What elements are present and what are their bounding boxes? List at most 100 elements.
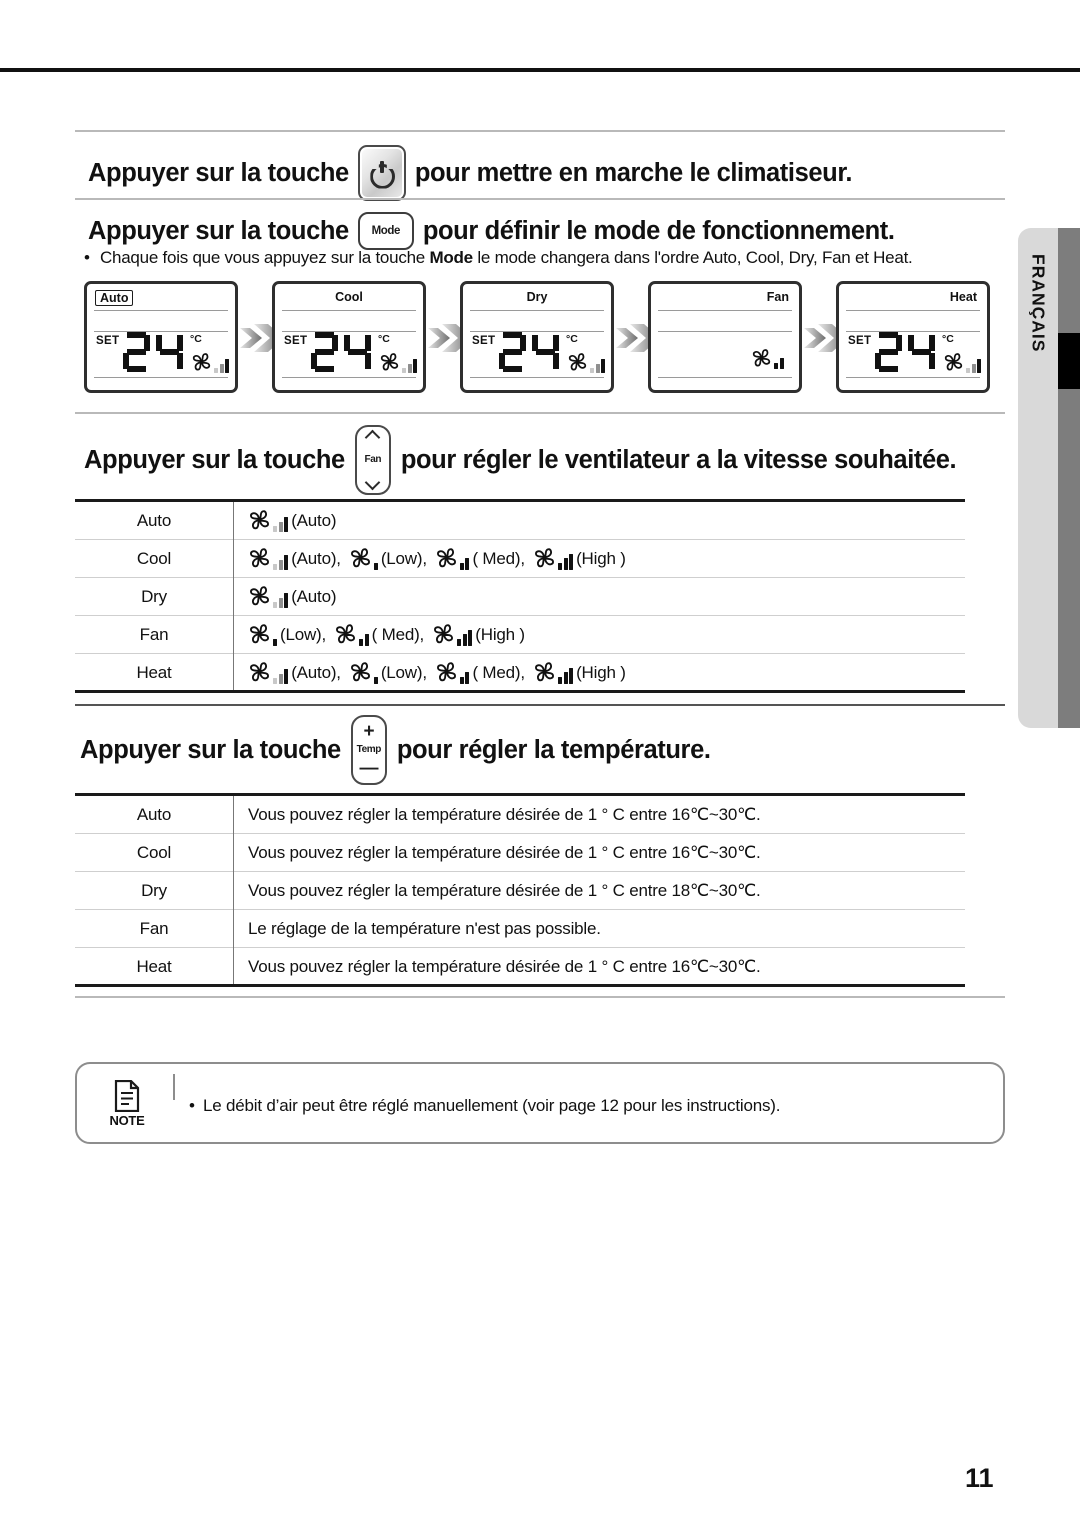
- mode-bullet-part2: le mode changera dans l'ordre Auto, Cool…: [477, 248, 913, 267]
- document-icon-svg: [114, 1080, 140, 1112]
- fan-blades-icon: [752, 349, 771, 367]
- fan-table-speeds-cell: (Auto): [234, 502, 966, 540]
- lcd-fan-indicator: [191, 352, 230, 378]
- temp-section-bottom-rule: [75, 996, 1005, 998]
- fan-speed-bars: [273, 555, 289, 570]
- temp-heading: Appuyer sur la touche + Temp — pour régl…: [80, 714, 711, 786]
- temp-table-mode-cell: Cool: [75, 833, 234, 872]
- temp-heading-text-after: pour régler la température.: [396, 735, 711, 764]
- mode-heading-text-after: pour définir le mode de fonctionnement.: [422, 216, 895, 245]
- table-row: Cool (Auto), (Low), ( Med), (High): [75, 539, 966, 578]
- fan-blades-icon: [250, 662, 269, 682]
- fan-speed-entry: (Auto),: [248, 661, 349, 684]
- lcd-panel-fan: Fan: [648, 281, 802, 393]
- seven-segment-digit: [875, 332, 902, 372]
- fan-blades-icon: [436, 662, 456, 682]
- document-icon: [114, 1080, 140, 1112]
- fan-icon: [191, 352, 230, 373]
- fan-speed-bars: [457, 630, 473, 646]
- note-divider: [173, 1074, 175, 1100]
- fan-icon: [533, 547, 574, 570]
- seven-segment-digit: [532, 332, 559, 372]
- fan-speed-bars: [273, 669, 289, 684]
- lcd-temperature-digits: [311, 332, 371, 372]
- fan-icon: [248, 547, 289, 570]
- fan-blades-icon: [436, 548, 456, 568]
- lcd-temperature-digits: [499, 332, 559, 372]
- fan-speed-bars: [774, 358, 784, 369]
- page-number: 11: [965, 1463, 994, 1493]
- fan-speed-label: (Low),: [280, 624, 327, 644]
- table-row: Dry Vous pouvez régler la température dé…: [75, 871, 965, 910]
- temp-table-bottom-border: [75, 984, 965, 987]
- fan-speed-table: Auto (Auto) Cool (Auto), (Low), (Med), …: [75, 502, 965, 691]
- fan-icon: [248, 585, 289, 608]
- lcd-set-label: SET: [284, 335, 308, 347]
- lcd-mode-label: Heat: [949, 290, 977, 304]
- note-box: NOTE • Le débit d’air peut être réglé man…: [75, 1062, 1005, 1144]
- minus-icon: —: [359, 758, 379, 779]
- fan-blades-icon: [192, 353, 211, 371]
- fan-table-mode-cell: Cool: [75, 539, 234, 578]
- fan-speed-entry: ( Med),: [435, 661, 533, 684]
- fan-speed-bars: [966, 359, 982, 373]
- fan-speed-button[interactable]: Fan: [354, 425, 391, 495]
- lcd-set-label: SET: [96, 335, 120, 347]
- fan-table-speeds-cell: (Auto), (Low), ( Med), (High ): [234, 654, 966, 692]
- temp-table-desc-cell: Vous pouvez régler la température désiré…: [248, 880, 761, 900]
- table-row: Dry (Auto): [75, 577, 965, 616]
- language-label: FRANÇAIS: [1028, 254, 1049, 353]
- table-row: Cool Vous pouvez régler la température d…: [75, 833, 965, 872]
- fan-table-speeds-cell: (Low), ( Med), (High ): [234, 616, 966, 654]
- mode-bullet-part1: Chaque fois que vous appuyez sur la touc…: [100, 248, 426, 267]
- lcd-fan-indicator: [751, 348, 784, 374]
- fan-speed-bars: [373, 563, 378, 570]
- lcd-panel-cool: Cool SET °C: [272, 281, 426, 393]
- side-index-strip: [1058, 228, 1080, 728]
- fan-speed-label: (Auto),: [291, 662, 341, 682]
- power-button[interactable]: [357, 145, 406, 201]
- note-label: NOTE: [109, 1113, 145, 1128]
- fan-icon: [432, 623, 473, 646]
- lcd-set-label: SET: [848, 335, 872, 347]
- fan-speed-entry: ( Med),: [435, 547, 533, 570]
- fan-speed-label: (Auto),: [291, 548, 341, 568]
- fan-speed-bars: [373, 677, 378, 684]
- fan-speed-entry: ( Med),: [334, 623, 432, 646]
- fan-blades-icon: [336, 624, 356, 644]
- fan-speed-bars: [459, 558, 470, 570]
- bullet-dot: •: [84, 248, 90, 267]
- fan-blades-icon: [380, 353, 399, 371]
- fan-icon: [567, 352, 606, 373]
- fan-icon: [334, 623, 369, 646]
- fan-speed-entry: (High ): [533, 547, 634, 570]
- fan-speed-entry: (High ): [432, 623, 533, 646]
- fan-icon: [349, 547, 378, 570]
- lcd-fan-indicator: [379, 352, 418, 378]
- fan-blades-icon: [250, 510, 269, 530]
- lcd-mode-label: Cool: [335, 290, 363, 304]
- plus-icon: +: [363, 721, 375, 742]
- fan-icon: [751, 348, 784, 369]
- header-rule: [0, 68, 1080, 72]
- lcd-fan-indicator: [567, 352, 606, 378]
- fan-speed-bars: [590, 359, 606, 373]
- mode-button[interactable]: Mode: [357, 212, 414, 250]
- fan-speed-entry: (Low),: [349, 547, 435, 570]
- fan-icon: [943, 352, 982, 373]
- fan-icon: [248, 509, 289, 532]
- temp-button[interactable]: + Temp —: [350, 715, 387, 785]
- manual-page: Appuyer sur la touche pour mettre en mar…: [0, 0, 1080, 1532]
- lcd-unit-label: °C: [190, 333, 202, 345]
- temp-table-mode-cell: Fan: [75, 909, 234, 948]
- fan-table-mode-cell: Auto: [75, 502, 234, 540]
- fan-icon: [248, 661, 289, 684]
- fan-speed-label: ( Med),: [472, 548, 525, 568]
- seven-segment-digit: [156, 332, 183, 372]
- fan-table-speeds-cell: (Auto), (Low), ( Med), (High ): [234, 540, 966, 578]
- fan-speed-bars: [273, 639, 277, 646]
- seven-segment-digit: [123, 332, 150, 372]
- lcd-unit-label: °C: [378, 333, 390, 345]
- lcd-mode-label: Auto: [95, 290, 134, 306]
- fan-speed-label: (High ): [576, 548, 626, 568]
